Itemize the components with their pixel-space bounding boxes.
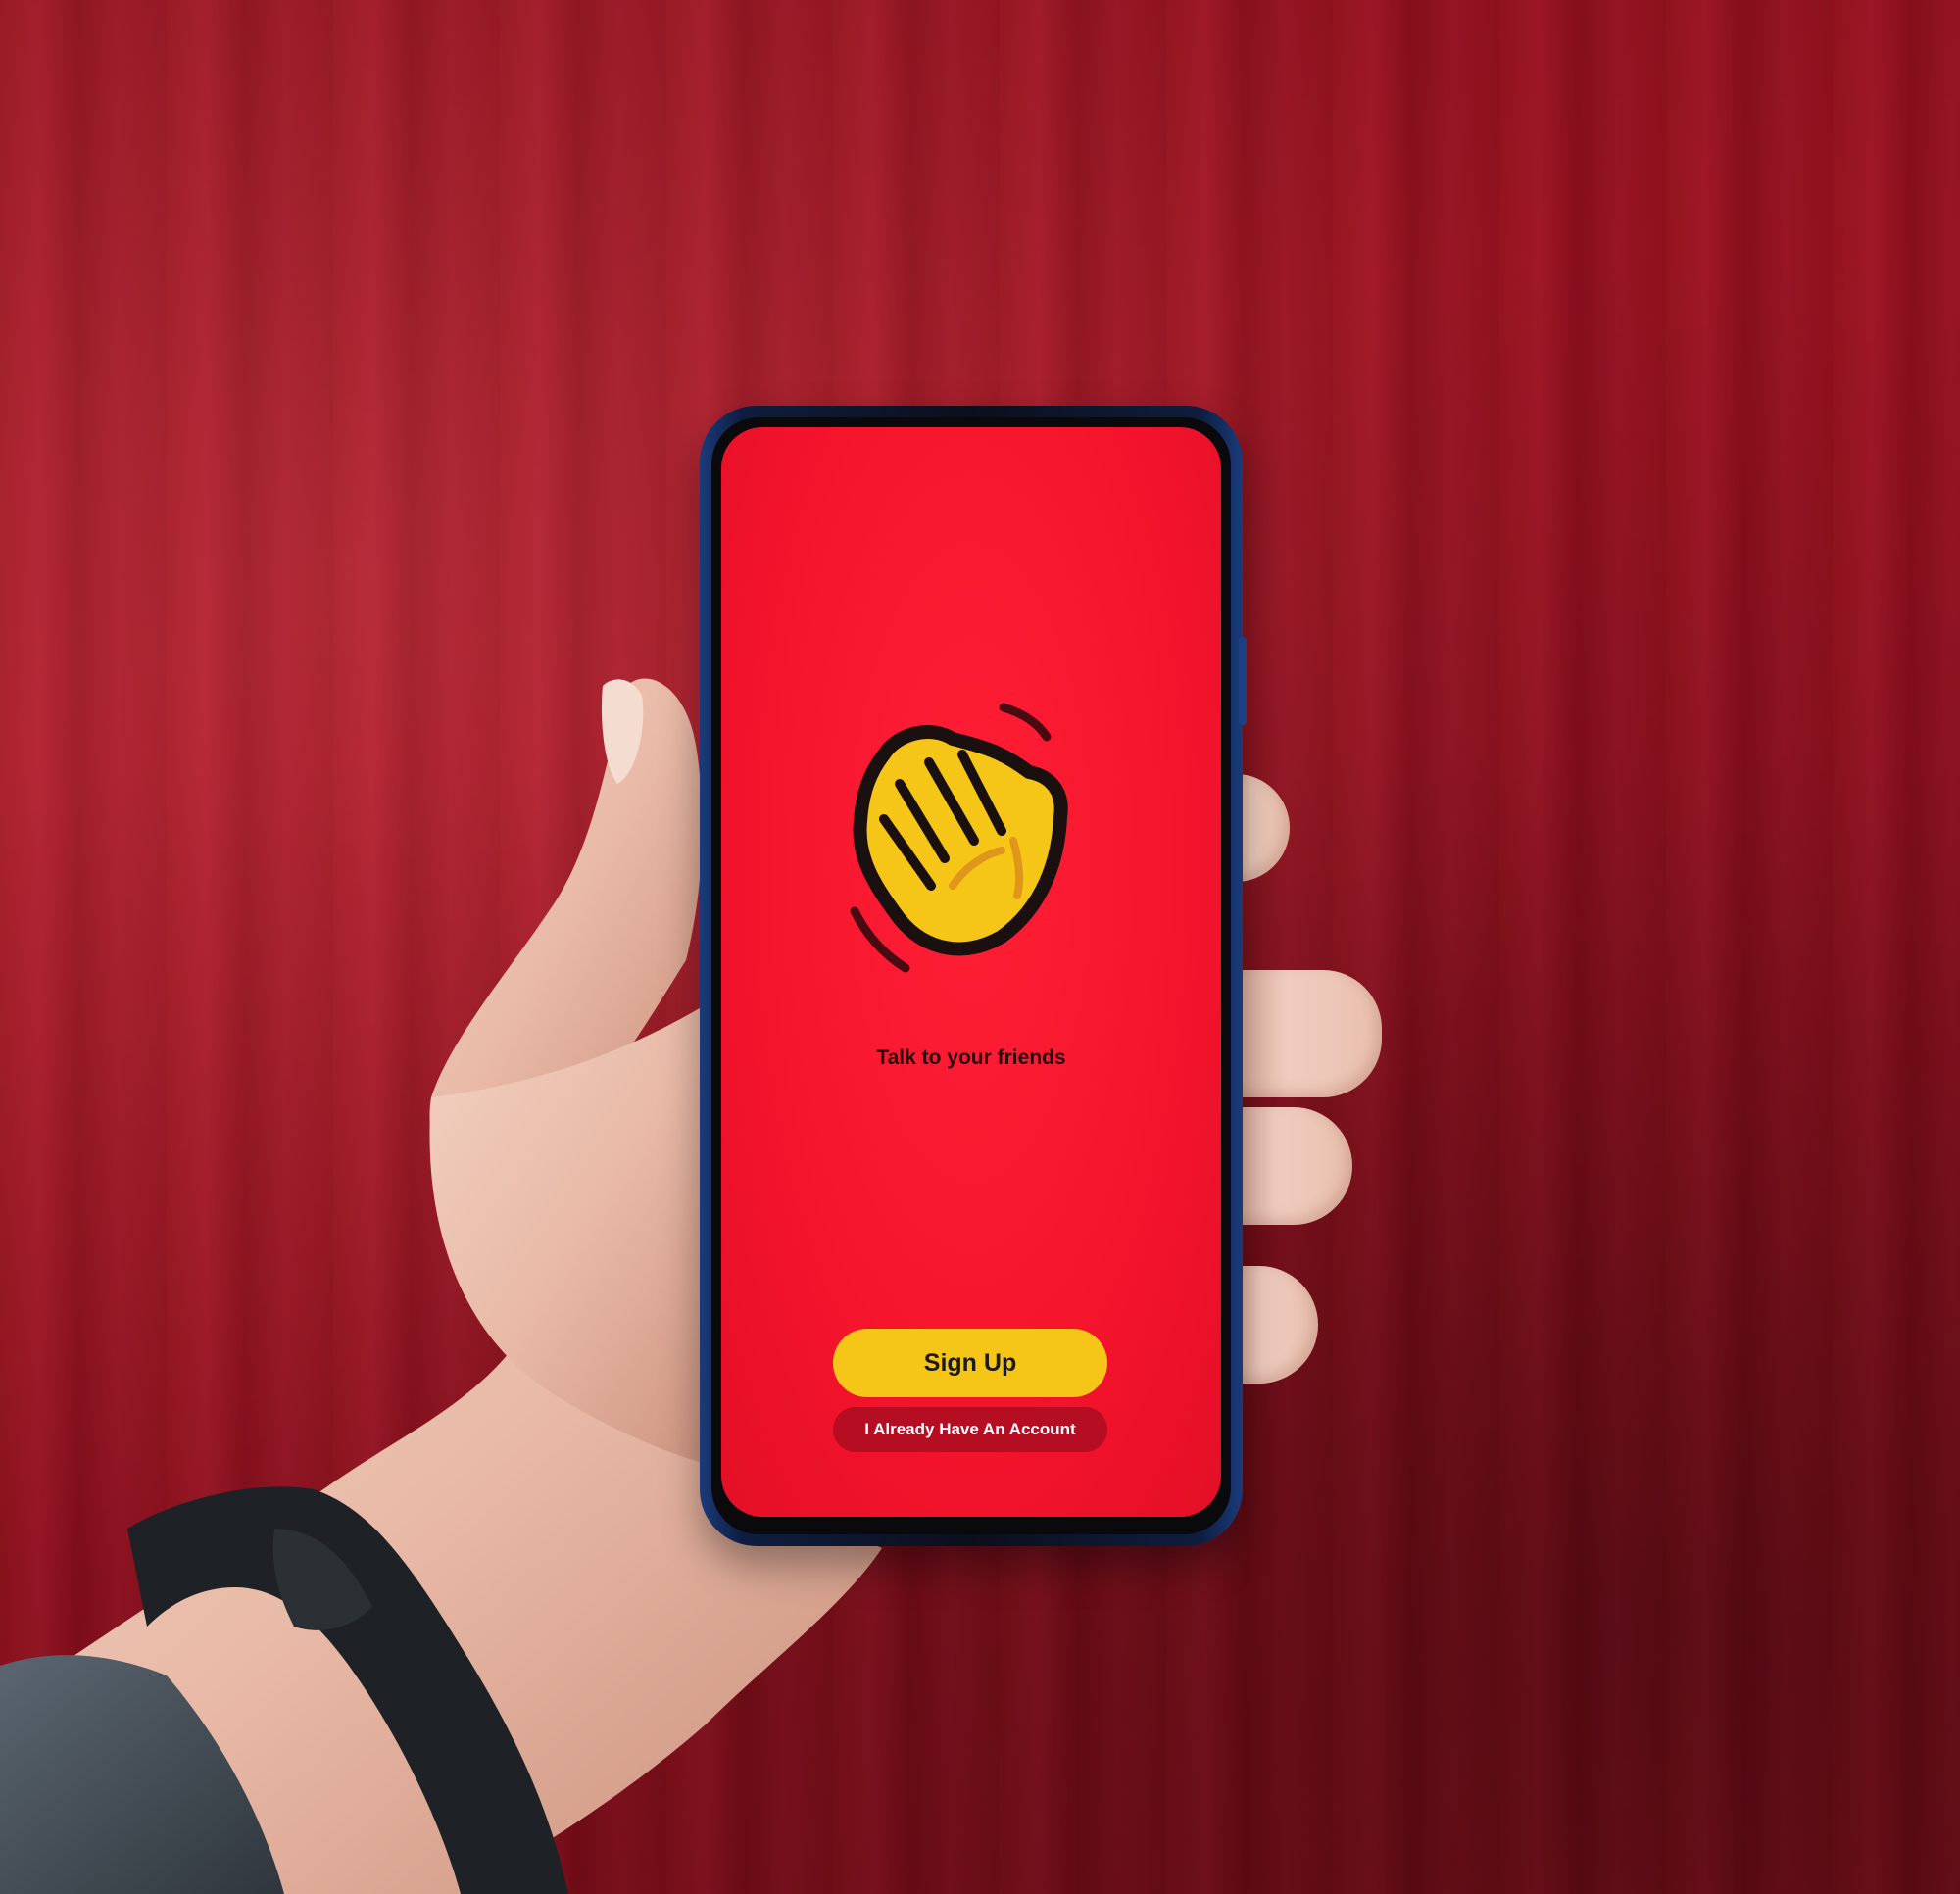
phone-screen: Talk to your friends Sign Up I Already H… — [721, 427, 1221, 1517]
existing-account-button[interactable]: I Already Have An Account — [833, 1407, 1107, 1452]
photo-scene: Talk to your friends Sign Up I Already H… — [0, 0, 1960, 1894]
waving-hand-icon — [850, 703, 1068, 973]
smartphone: Talk to your friends Sign Up I Already H… — [700, 406, 1243, 1546]
phone-side-button — [1239, 637, 1247, 725]
middle-finger — [1225, 970, 1382, 1097]
sign-up-button[interactable]: Sign Up — [833, 1329, 1107, 1397]
tagline-text: Talk to your friends — [876, 1046, 1066, 1069]
ring-finger — [1225, 1107, 1352, 1225]
